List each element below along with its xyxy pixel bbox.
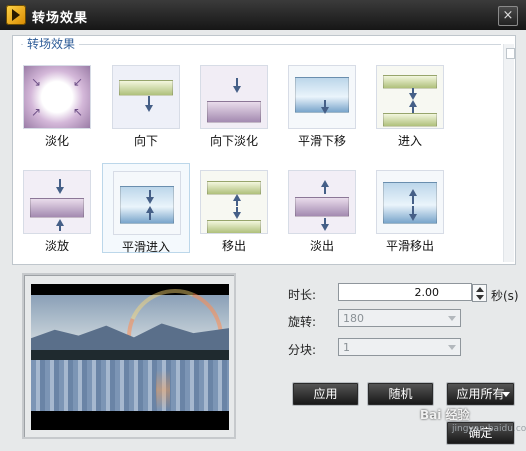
rotation-value: 180 (343, 312, 364, 325)
smooth-down-effect-thumbnail-icon (288, 65, 356, 129)
effect-fade-out[interactable]: 淡出 (278, 163, 366, 253)
effect-label: 淡化 (44, 134, 69, 148)
effect-smooth-down[interactable]: 平滑下移 (278, 58, 366, 148)
effect-label: 移出 (221, 239, 246, 253)
fade-effect-thumbnail-icon: ↘ ↙ ↗ ↖ (23, 65, 91, 129)
duration-label: 时长: (288, 288, 317, 302)
fade-out-effect-thumbnail-icon (288, 170, 356, 234)
down-effect-thumbnail-icon (112, 65, 180, 129)
duration-unit-label: 秒(s) (491, 289, 519, 303)
app-logo-icon (6, 5, 26, 25)
duration-input[interactable]: 2.00 (338, 283, 472, 301)
window-title: 转场效果 (32, 11, 89, 26)
effect-down[interactable]: 向下 (102, 58, 190, 148)
duration-value: 2.00 (414, 286, 440, 299)
preview-image (31, 284, 229, 430)
effect-move-out[interactable]: 移出 (190, 163, 278, 253)
watermark-logo: Bai 经验 (420, 408, 470, 422)
blocks-select[interactable]: 1 (338, 338, 461, 356)
effect-label: 平滑移出 (385, 239, 434, 253)
preview-frame (22, 273, 236, 439)
effect-label: 进入 (397, 134, 422, 148)
rotation-label: 旋转: (288, 315, 317, 329)
apply-all-label: 应用所有 (456, 387, 505, 401)
duration-spinner[interactable] (472, 284, 487, 302)
effects-scroll-thumb[interactable] (506, 48, 515, 59)
spin-up-icon[interactable] (476, 287, 484, 292)
random-button[interactable]: 随机 (367, 382, 434, 406)
down-fade-effect-thumbnail-icon (200, 65, 268, 129)
effect-fade-release[interactable]: 淡放 (13, 163, 101, 253)
chevron-down-icon (502, 392, 510, 397)
enter-effect-thumbnail-icon (376, 65, 444, 129)
title-bar: 转场效果 × (0, 0, 526, 30)
effect-label: 平滑进入 (121, 240, 170, 254)
blocks-value: 1 (343, 341, 350, 354)
smooth-move-out-effect-thumbnail-icon (376, 170, 444, 234)
group-divider (21, 44, 501, 45)
apply-all-button[interactable]: 应用所有 (446, 382, 515, 406)
effect-smooth-move-out[interactable]: 平滑移出 (366, 163, 454, 253)
effect-label: 平滑下移 (297, 134, 346, 148)
effects-group-title: 转场效果 (23, 37, 80, 51)
effect-label: 淡放 (44, 239, 69, 253)
effects-panel: 转场效果 ↘ ↙ ↗ ↖ 淡化 向下 向下淡化 平滑下移 进入 淡放 平滑进入 … (12, 35, 516, 265)
effect-smooth-enter[interactable]: 平滑进入 (102, 163, 190, 254)
chevron-down-icon (448, 316, 456, 321)
move-out-effect-thumbnail-icon (200, 170, 268, 234)
effects-scrollbar[interactable] (503, 44, 514, 262)
rotation-select[interactable]: 180 (338, 309, 461, 327)
apply-button[interactable]: 应用 (292, 382, 359, 406)
effect-fade[interactable]: ↘ ↙ ↗ ↖ 淡化 (13, 58, 101, 148)
spin-down-icon[interactable] (476, 295, 484, 300)
effect-label: 淡出 (309, 239, 334, 253)
watermark-url: jingyan.baidu.com (452, 424, 526, 434)
smooth-enter-effect-thumbnail-icon (113, 171, 181, 235)
effect-enter[interactable]: 进入 (366, 58, 454, 148)
close-button[interactable]: × (498, 6, 518, 26)
effect-down-fade[interactable]: 向下淡化 (190, 58, 278, 148)
effect-label: 向下 (133, 134, 158, 148)
fade-release-effect-thumbnail-icon (23, 170, 91, 234)
chevron-down-icon (448, 345, 456, 350)
blocks-label: 分块: (288, 343, 317, 357)
effect-label: 向下淡化 (209, 134, 258, 148)
